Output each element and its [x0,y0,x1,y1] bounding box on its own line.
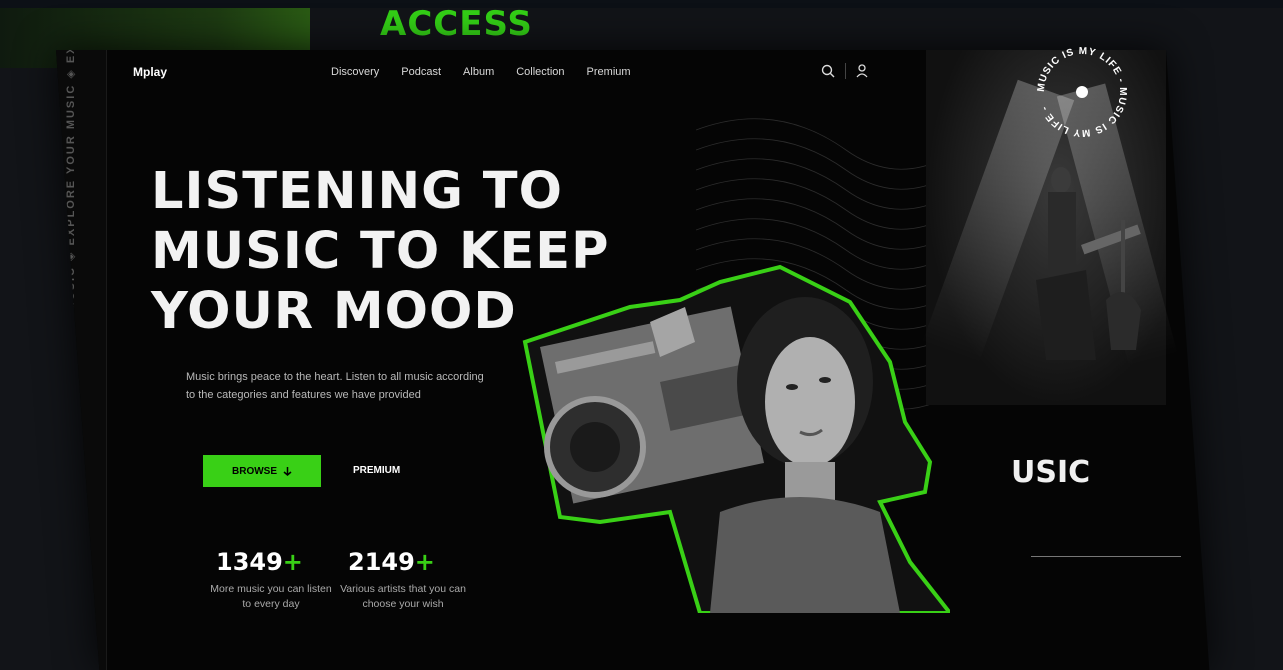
stat-value-1: 1349 [216,548,283,576]
stat-value-2: 2149 [348,548,415,576]
site-logo[interactable]: Mplay [133,65,167,79]
nav-icons [821,63,868,79]
arrow-down-icon [283,467,292,476]
headline-line-1: LISTENING TO [151,162,563,221]
premium-button[interactable]: PREMIUM [353,465,400,476]
nav-link-podcast[interactable]: Podcast [401,66,441,78]
guitarist-silhouette [1036,167,1141,360]
stat-label-1: More music you can listen to every day [210,583,332,610]
music-badge: MUSIC IS MY LIFE - MUSIC IS MY LIFE - [1036,46,1127,138]
stat-number-1: 1349+ [216,548,303,576]
stat-plus-2: + [414,548,435,576]
woman-with-boombox-image [522,264,950,613]
stat-plus-1: + [282,548,303,576]
banner-title: ACCESS [380,4,533,44]
nav-link-discovery[interactable]: Discovery [331,66,379,78]
browse-label: BROWSE [232,465,277,477]
right-panel-label: USIC [1011,455,1091,490]
stat-number-2: 2149+ [348,548,435,576]
side-rail: EXPLORE YOUR MUSIC ◈ EXPLORE YOUR MUSIC … [56,50,107,670]
nav-divider [845,63,846,79]
right-panel-rule [1031,556,1181,557]
hero-description: Music brings peace to the heart. Listen … [186,371,484,401]
nav-link-album[interactable]: Album [463,66,494,78]
user-icon[interactable] [856,64,868,78]
nav-link-collection[interactable]: Collection [516,66,564,78]
stat-label-2: Various artists that you can choose your… [340,583,466,610]
search-icon[interactable] [821,64,835,78]
side-rail-text: EXPLORE YOUR MUSIC ◈ EXPLORE YOUR MUSIC … [65,50,77,610]
badge-dot [1076,86,1088,98]
nav-links: Discovery Podcast Album Collection Premi… [331,66,631,78]
top-band [0,0,1283,8]
nav-link-premium[interactable]: Premium [587,66,631,78]
browse-button[interactable]: BROWSE [203,455,321,487]
